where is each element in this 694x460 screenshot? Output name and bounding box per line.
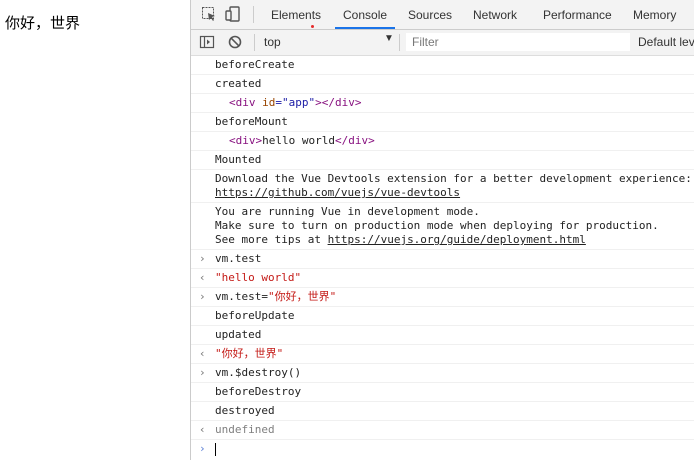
device-toggle-icon[interactable] [225, 6, 241, 22]
log-text: See more tips at [215, 233, 328, 246]
html-text: hello world [262, 134, 335, 147]
result-arrow-icon: ‹ [199, 271, 206, 284]
tab-label: Sources [408, 8, 453, 22]
tab-console[interactable]: Console [335, 0, 396, 29]
log-text: beforeDestroy [215, 385, 302, 398]
tab-network[interactable]: Network [473, 0, 517, 29]
console-message[interactable]: <div>hello world</div> [191, 132, 694, 151]
context-selector[interactable]: top [264, 35, 281, 49]
tab-label: Console [343, 8, 388, 22]
html-tag: <div [229, 96, 256, 109]
log-text: updated [215, 328, 262, 341]
input-chevron-icon: › [199, 366, 206, 379]
tab-performance[interactable]: Performance [543, 0, 612, 29]
console-result: ‹ "你好，世界" [191, 345, 694, 364]
chevron-down-icon[interactable]: ▼ [384, 33, 394, 44]
result-arrow-icon: ‹ [199, 347, 206, 360]
console-message: Download the Vue Devtools extension for … [191, 170, 694, 203]
devtools-panel: Elements Console Sources Network Perform… [190, 0, 694, 460]
console-message: beforeUpdate [191, 307, 694, 326]
log-text: Download the Vue Devtools extension for … [215, 172, 692, 185]
text-cursor [215, 442, 216, 456]
tab-label: Network [473, 8, 518, 22]
result-string: "你好，世界" [215, 347, 284, 360]
command-text: vm.$destroy() [215, 366, 302, 379]
filter-input[interactable]: Filter [406, 33, 630, 51]
log-text: beforeCreate [215, 58, 295, 71]
command-string: "你好，世界" [267, 290, 337, 303]
html-tag: ></div> [315, 96, 362, 109]
tab-elements[interactable]: Elements [271, 0, 321, 29]
input-chevron-icon: › [199, 252, 206, 265]
console-result: ‹ "hello world" [191, 269, 694, 288]
inspect-icon[interactable] [201, 6, 217, 22]
html-tag: <div> [229, 134, 263, 147]
clear-console-icon[interactable] [227, 34, 243, 50]
log-text: Make sure to turn on production mode whe… [215, 219, 659, 232]
log-text: You are running Vue in development mode. [215, 205, 480, 218]
console-prompt[interactable]: › [191, 440, 694, 458]
console-toolbar: top ▼ Filter Default levels [191, 30, 694, 56]
console-message: created [191, 75, 694, 94]
input-chevron-icon: › [199, 290, 206, 303]
prompt-chevron-icon: › [199, 442, 206, 455]
toolbar-divider [253, 6, 254, 23]
tab-label: Elements [271, 8, 322, 22]
result-string: "hello world" [215, 271, 302, 284]
console-message: beforeCreate [191, 56, 694, 75]
console-input-entry: › vm.test="你好，世界" [191, 288, 694, 307]
html-tag: </div> [334, 134, 375, 147]
log-text: beforeUpdate [215, 309, 295, 322]
console-message: destroyed [191, 402, 694, 421]
console-message[interactable]: <div id="app"></div> [191, 94, 694, 113]
console-input-entry: › vm.$destroy() [191, 364, 694, 383]
tab-notification-dot [311, 25, 314, 28]
deployment-link[interactable]: https://vuejs.org/guide/deployment.html [328, 233, 586, 246]
result-undefined: undefined [215, 423, 275, 436]
console-message: beforeMount [191, 113, 694, 132]
console-output: beforeCreate created <div id="app"></div… [191, 56, 694, 458]
console-message: Mounted [191, 151, 694, 170]
tab-memory[interactable]: Memory [633, 0, 676, 29]
console-result: ‹ undefined [191, 421, 694, 440]
log-text: beforeMount [215, 115, 288, 128]
log-text: destroyed [215, 404, 275, 417]
html-attr-value: ="app" [275, 96, 316, 109]
console-input-entry: › vm.test [191, 250, 694, 269]
console-message: beforeDestroy [191, 383, 694, 402]
log-text: Mounted [215, 153, 262, 166]
toolbar-divider [254, 34, 255, 51]
sidebar-toggle-icon[interactable] [199, 34, 215, 50]
page-body-text: 你好，世界 [5, 14, 81, 32]
html-attr-name: id [255, 96, 276, 109]
log-text: created [215, 77, 262, 90]
command-text: vm.test [215, 252, 262, 265]
console-message: You are running Vue in development mode.… [191, 203, 694, 250]
tab-label: Memory [633, 8, 677, 22]
toolbar-divider [399, 34, 400, 51]
result-arrow-icon: ‹ [199, 423, 206, 436]
console-message: updated [191, 326, 694, 345]
tab-label: Performance [543, 8, 612, 22]
command-text: vm.test= [215, 290, 268, 303]
devtools-tabbar: Elements Console Sources Network Perform… [191, 0, 694, 30]
log-levels-dropdown[interactable]: Default levels [638, 35, 694, 49]
tab-sources[interactable]: Sources [408, 0, 452, 29]
devtools-link[interactable]: https://github.com/vuejs/vue-devtools [215, 186, 460, 199]
